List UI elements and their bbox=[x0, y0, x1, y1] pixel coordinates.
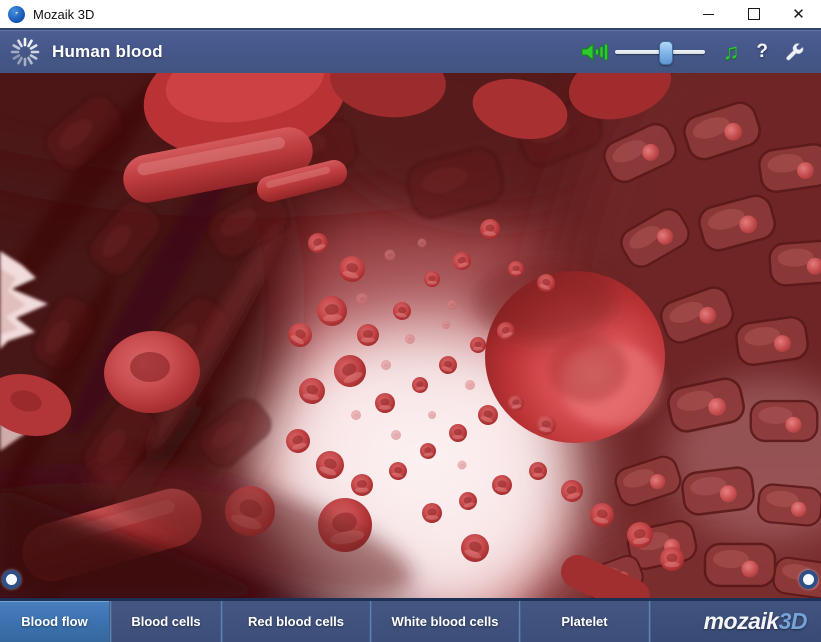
help-button[interactable]: ? bbox=[756, 41, 768, 63]
window-titlebar: Mozaik 3D ✕ bbox=[0, 0, 821, 28]
tab-blood-flow[interactable]: Blood flow bbox=[0, 601, 109, 642]
scene-left-handle-button[interactable] bbox=[2, 570, 21, 589]
scene-right-handle-button[interactable] bbox=[799, 570, 818, 589]
music-note-icon[interactable]: ♫ bbox=[723, 41, 740, 63]
tab-blood-cells[interactable]: Blood cells bbox=[112, 601, 220, 642]
wrench-icon[interactable] bbox=[783, 41, 805, 63]
mozaik-app-icon bbox=[8, 6, 25, 23]
mozaik3d-window: Mozaik 3D ✕ Human blood bbox=[0, 0, 821, 637]
window-title: Mozaik 3D bbox=[33, 7, 686, 22]
volume-slider-handle[interactable] bbox=[659, 41, 673, 65]
mozaik3d-logo: mozaik3D bbox=[651, 601, 821, 642]
maximize-button[interactable] bbox=[731, 0, 776, 28]
bottom-tab-bar: Blood flow Blood cells Red blood cells W… bbox=[0, 598, 821, 642]
spinner-icon bbox=[10, 37, 40, 67]
tab-white-blood-cells[interactable]: White blood cells bbox=[372, 601, 518, 642]
tab-red-blood-cells[interactable]: Red blood cells bbox=[223, 601, 369, 642]
logo-text-secondary: 3D bbox=[779, 608, 807, 634]
logo-text-primary: mozaik bbox=[704, 608, 779, 634]
app-header: Human blood ♫ ? bbox=[0, 28, 821, 73]
minimize-icon bbox=[703, 14, 714, 15]
close-icon: ✕ bbox=[792, 7, 805, 22]
volume-slider[interactable] bbox=[615, 40, 705, 64]
close-button[interactable]: ✕ bbox=[776, 0, 821, 28]
speaker-icon[interactable] bbox=[581, 41, 608, 63]
page-title: Human blood bbox=[52, 42, 163, 62]
blood-vessel-3d-scene[interactable] bbox=[0, 73, 821, 598]
minimize-button[interactable] bbox=[686, 0, 731, 28]
tab-platelet[interactable]: Platelet bbox=[521, 601, 648, 642]
maximize-icon bbox=[748, 8, 760, 20]
